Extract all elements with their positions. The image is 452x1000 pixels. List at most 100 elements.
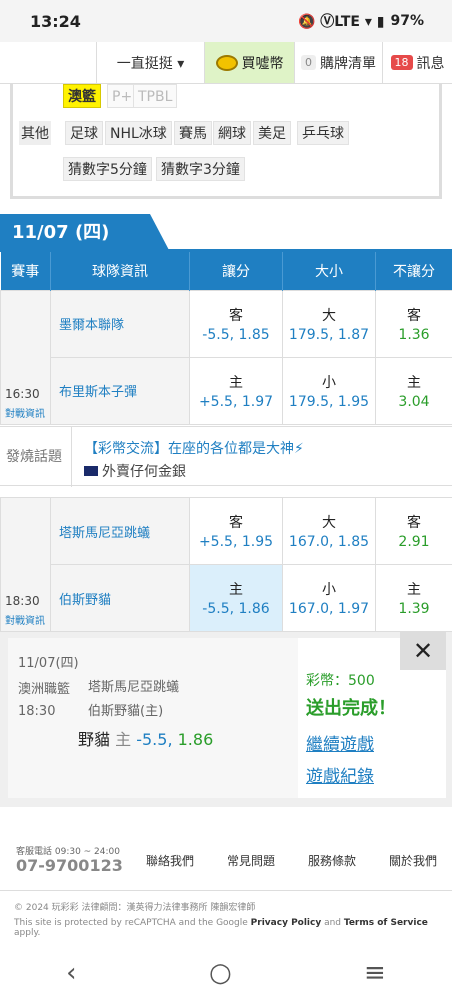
home-icon[interactable]: ○	[209, 958, 232, 988]
recaptcha-notice: This site is protected by reCAPTCHA and …	[14, 918, 452, 938]
table-row: 伯斯野貓 主 -5.5, 1.86 小 167.0, 1.97 主 1.39	[1, 564, 452, 632]
moneyline-side: 主	[407, 582, 421, 598]
date-tab[interactable]: 11/07 (四)	[0, 214, 170, 252]
date-bar: 11/07 (四)	[0, 214, 452, 252]
system-nav-bar: ‹ ○ ≡	[0, 945, 452, 1000]
spread-odds-cell[interactable]: 主 +5.5, 1.97	[189, 356, 283, 425]
bet-slip-details: 11/07(四) 澳洲職籃 18:30 塔斯馬尼亞跳蟻 伯斯野貓(主) 野貓 主…	[8, 638, 298, 798]
spread-value: -5.5, 1.85	[202, 326, 270, 343]
moneyline-odds-cell[interactable]: 主 3.04	[375, 356, 452, 425]
status-icons: 🔕 ⓋLTE ▾ ▮ 97%	[298, 11, 424, 31]
messages-count-badge: 18	[390, 55, 413, 70]
header-moneyline: 不讓分	[375, 252, 452, 290]
coin-icon	[215, 54, 238, 71]
hot-topic-label: 發燒話題	[6, 427, 72, 487]
spread-value: +5.5, 1.95	[198, 534, 274, 550]
team-name[interactable]: 布里斯本子彈	[50, 356, 190, 425]
buy-coins-button[interactable]: 買噓幣	[205, 42, 295, 83]
hot-topic-title[interactable]: 【彩幣交流】在座的各位都是大神⚡	[84, 438, 304, 458]
matchup-info-link[interactable]: 對戰資訊	[5, 405, 50, 420]
recent-apps-icon[interactable]: ≡	[364, 958, 386, 988]
user-menu-label: 一直挺挺 ▾	[116, 55, 185, 72]
filter-chip-guess-3min[interactable]: 猜數字3分鐘	[156, 157, 245, 181]
spread-odds-cell[interactable]: 客 +5.5, 1.95	[189, 497, 283, 565]
filter-chip-tpbl[interactable]: TPBL	[133, 84, 178, 108]
spread-side: 主	[229, 582, 243, 598]
flag-icon	[84, 466, 98, 476]
user-menu[interactable]: 一直挺挺 ▾	[97, 42, 205, 83]
continue-game-link[interactable]: 繼續遊戲	[306, 730, 374, 755]
slip-pick-line: -5.5,	[136, 730, 173, 749]
filter-chip-tennis[interactable]: 網球	[213, 121, 251, 145]
footer-link-faq[interactable]: 常見問題	[227, 852, 275, 869]
moneyline-side: 主	[407, 374, 421, 391]
total-value: 167.0, 1.97	[288, 601, 370, 617]
total-odds-cell[interactable]: 小 167.0, 1.97	[282, 564, 376, 632]
team-name[interactable]: 墨爾本聯隊	[50, 289, 190, 358]
status-bar: 13:24 🔕 ⓋLTE ▾ ▮ 97%	[0, 0, 452, 42]
slip-time: 18:30	[18, 704, 56, 719]
spread-side: 客	[229, 515, 243, 531]
total-odds-cell[interactable]: 小 179.5, 1.95	[282, 356, 376, 425]
recaptcha-apply: apply.	[14, 928, 41, 938]
game-record-link[interactable]: 遊戲紀錄	[306, 762, 374, 787]
support-phone[interactable]: 07-9700123	[16, 856, 123, 875]
bet-slip-panel: 11/07(四) 澳洲職籃 18:30 塔斯馬尼亞跳蟻 伯斯野貓(主) 野貓 主…	[0, 632, 452, 807]
spread-side: 主	[229, 374, 243, 391]
header-team: 球隊資訊	[50, 252, 190, 290]
moneyline-odds-cell[interactable]: 主 1.39	[375, 564, 452, 632]
table-row: 16:30 對戰資訊 墨爾本聯隊 客 -5.5, 1.85 大 179.5, 1.8…	[0, 289, 452, 425]
hot-topic-author: 外賣仔何金銀	[84, 461, 186, 481]
spread-odds-cell[interactable]: 客 -5.5, 1.85	[189, 289, 283, 358]
moneyline-odds-cell[interactable]: 客 1.36	[375, 289, 452, 358]
moneyline-value: 1.39	[398, 601, 430, 617]
cart-count-badge: 0	[301, 55, 316, 70]
coins-balance: 彩幣：500	[306, 673, 375, 689]
filter-chip-american-football[interactable]: 美足	[253, 121, 291, 145]
table-row: 布里斯本子彈 主 +5.5, 1.97 小 179.5, 1.95 主 3.04	[1, 356, 452, 425]
team-name[interactable]: 伯斯野貓	[50, 564, 190, 632]
total-odds-cell[interactable]: 大 179.5, 1.87	[282, 289, 376, 358]
hot-topic-author-name: 外賣仔何金銀	[102, 464, 186, 480]
game-time-cell: 18:30 對戰資訊	[0, 497, 51, 632]
messages-button[interactable]: 18 訊息	[383, 42, 452, 83]
close-icon[interactable]: ✕	[400, 632, 446, 670]
moneyline-odds-cell[interactable]: 客 2.91	[375, 497, 452, 565]
spread-odds-cell-selected[interactable]: 主 -5.5, 1.86	[189, 564, 283, 632]
odds-table: 賽事 球隊資訊 讓分 大小 不讓分 16:30 對戰資訊 墨爾本聯隊 客 -5.5…	[0, 252, 452, 425]
slip-team-away: 塔斯馬尼亞跳蟻	[88, 680, 180, 695]
footer-link-contact[interactable]: 聯絡我們	[146, 852, 194, 869]
slip-pick-odds: 1.86	[177, 730, 214, 749]
total-side: 小	[322, 374, 336, 391]
total-side: 大	[322, 307, 336, 324]
hot-topic-banner[interactable]: 發燒話題 【彩幣交流】在座的各位都是大神⚡ 外賣仔何金銀	[0, 426, 452, 487]
slip-date: 11/07(四)	[18, 656, 79, 671]
footer-link-terms[interactable]: 服務條款	[308, 852, 356, 869]
cart-button[interactable]: 0 購牌清單	[295, 42, 383, 83]
top-nav: 一直挺挺 ▾ 買噓幣 0 購牌清單 18 訊息	[0, 42, 452, 84]
submit-success-message: 送出完成！	[306, 698, 396, 719]
team-name[interactable]: 塔斯馬尼亞跳蟻	[50, 497, 190, 565]
filter-chip-horse-racing[interactable]: 賽馬	[174, 121, 212, 145]
header-event: 賽事	[0, 252, 51, 290]
matchup-info-link[interactable]: 對戰資訊	[5, 612, 50, 627]
game-time: 16:30	[5, 386, 40, 401]
copyright-text: © 2024 玩彩彩 法律顧問：漢英得力法律事務所 陳韻宏律師	[14, 903, 256, 913]
moneyline-value: 1.36	[398, 326, 430, 343]
total-value: 179.5, 1.95	[288, 393, 370, 410]
table-header-row: 賽事 球隊資訊 讓分 大小 不讓分	[0, 252, 452, 290]
filter-chip-nhl[interactable]: NHL冰球	[105, 121, 172, 145]
moneyline-value: 3.04	[398, 393, 430, 410]
filter-chip-aus-basketball[interactable]: 澳籃	[63, 84, 101, 108]
moneyline-value: 2.91	[398, 534, 430, 550]
filter-chip-soccer[interactable]: 足球	[65, 121, 103, 145]
terms-of-service-link[interactable]: Terms of Service	[344, 918, 428, 928]
back-icon[interactable]: ‹	[66, 958, 76, 988]
filter-chip-guess-5min[interactable]: 猜數字5分鐘	[63, 157, 152, 181]
filter-chip-table-tennis[interactable]: 乒乓球	[297, 121, 349, 145]
footer-link-about[interactable]: 關於我們	[389, 852, 437, 869]
total-odds-cell[interactable]: 大 167.0, 1.85	[282, 497, 376, 565]
privacy-policy-link[interactable]: Privacy Policy	[251, 918, 322, 928]
header-spread: 讓分	[189, 252, 283, 290]
table-row: 18:30 對戰資訊 塔斯馬尼亞跳蟻 客 +5.5, 1.95 大 167.0, 1…	[0, 497, 452, 632]
